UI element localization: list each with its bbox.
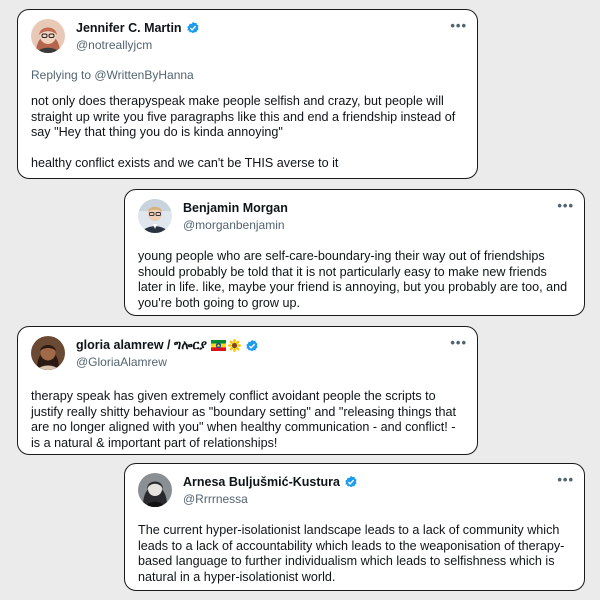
man-avatar-icon [138,199,172,233]
tweet-card[interactable]: Arnesa Buljušmić-Kustura @Rrrrnessa ••• … [124,463,585,591]
tweet-text: young people who are self-care-boundary-… [138,249,568,310]
verified-badge-icon [246,339,258,351]
tweet-card[interactable]: gloria alamrew / ግሎርያ @GloriaAlamrew •••… [17,326,478,455]
author-handle[interactable]: @morganbenjamin [183,218,285,232]
emoji-group [210,339,241,352]
woman-avatar-icon [31,336,65,370]
more-options-icon[interactable]: ••• [557,472,574,487]
more-options-icon[interactable]: ••• [450,18,467,33]
more-options-icon[interactable]: ••• [557,198,574,213]
author-name-row: Jennifer C. Martin [76,21,200,35]
verified-badge-icon [345,475,357,488]
verified-badge-icon [186,21,199,34]
author-name-row: Arnesa Buljušmić-Kustura [183,475,358,489]
author-handle[interactable]: @GloriaAlamrew [76,355,167,369]
author-name-row: Benjamin Morgan [183,201,288,215]
ethiopia-flag-icon [210,340,226,351]
avatar[interactable] [31,336,65,370]
reply-prefix: Replying to [31,68,95,82]
tweet-card[interactable]: Jennifer C. Martin @notreallyjcm ••• Rep… [17,9,478,179]
tweet-text: The current hyper-isolationist landscape… [138,523,565,584]
sunflower-icon [227,339,241,352]
tweet-text: not only does therapyspeak make people s… [31,94,456,170]
reply-to-link[interactable]: @WrittenByHanna [94,68,193,82]
more-options-icon[interactable]: ••• [450,335,467,350]
author-handle[interactable]: @notreallyjcm [76,38,152,52]
author-name[interactable]: Jennifer C. Martin [76,21,182,35]
avatar[interactable] [31,19,65,53]
woman-avatar-icon [138,473,172,507]
author-handle[interactable]: @Rrrrnessa [183,492,248,506]
avatar[interactable] [138,199,172,233]
author-name-row: gloria alamrew / ግሎርያ [76,338,259,353]
author-name[interactable]: Benjamin Morgan [183,201,288,215]
reply-context: Replying to @WrittenByHanna [31,68,194,82]
author-name[interactable]: Arnesa Buljušmić-Kustura [183,475,340,489]
tweet-card[interactable]: Benjamin Morgan @morganbenjamin ••• youn… [124,189,585,316]
avatar[interactable] [138,473,172,507]
woman-avatar-icon [31,19,65,53]
tweet-text: therapy speak has given extremely confli… [31,389,457,450]
author-name[interactable]: gloria alamrew / ግሎርያ [76,338,207,353]
